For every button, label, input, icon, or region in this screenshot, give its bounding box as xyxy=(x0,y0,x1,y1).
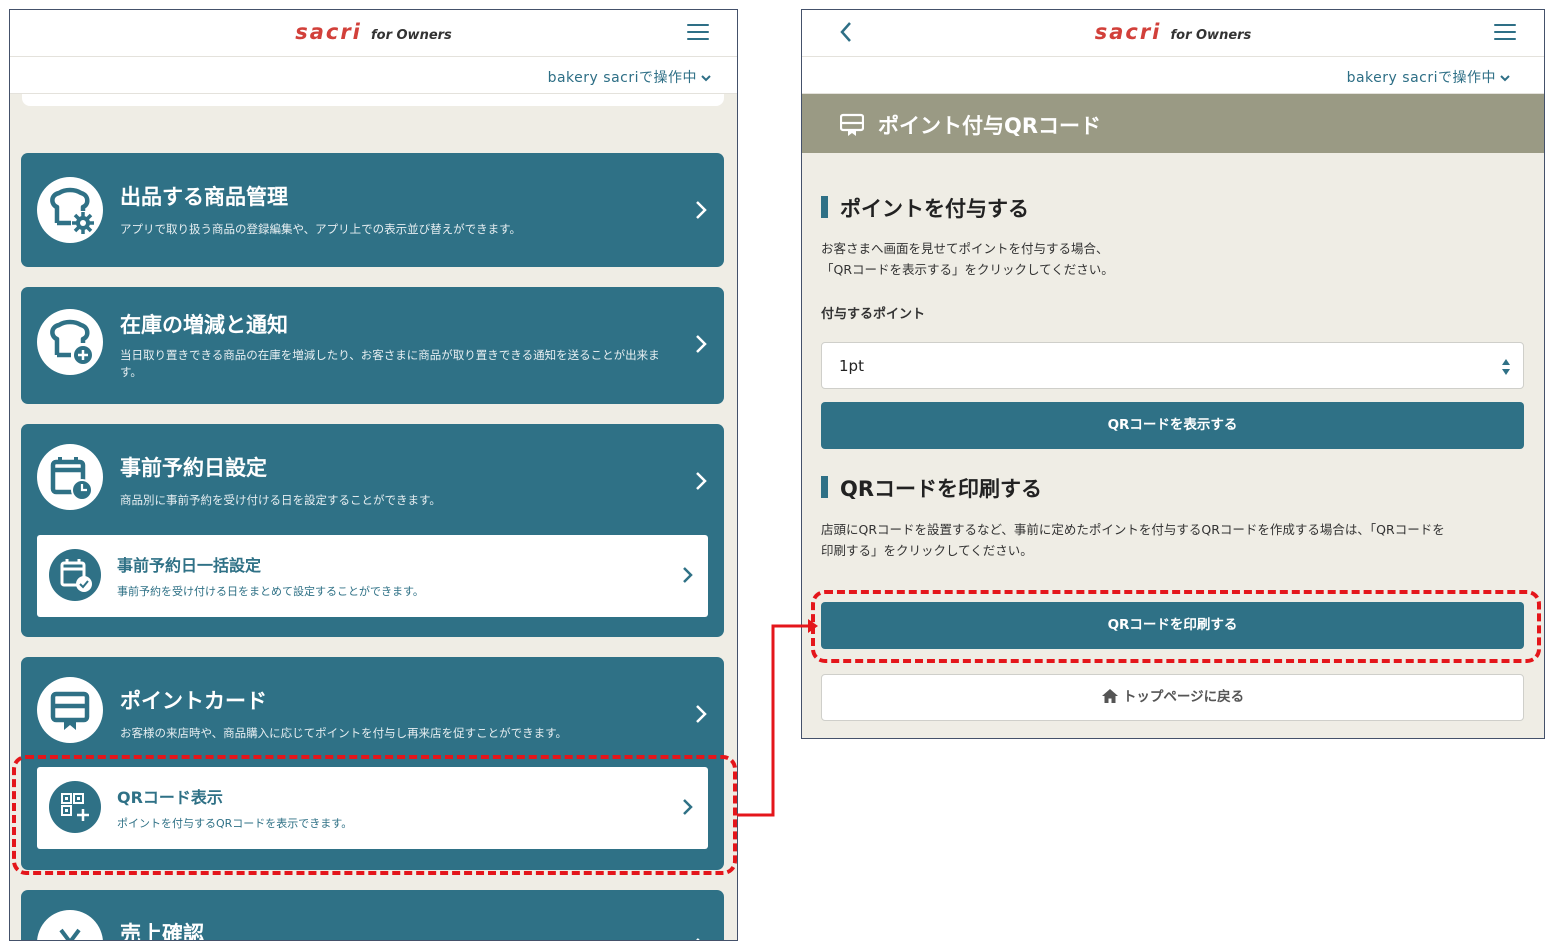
points-field-label: 付与するポイント xyxy=(821,307,926,322)
points-select[interactable]: 1pt xyxy=(821,342,1524,389)
page-header: ポイント付与QRコード xyxy=(802,94,1544,153)
chevron-right-icon xyxy=(696,705,707,723)
hamburger-menu-icon[interactable] xyxy=(687,24,709,40)
point-card-icon xyxy=(37,677,103,743)
store-switcher[interactable]: bakery sacriで操作中 xyxy=(1347,67,1510,87)
logo-sub: for Owners xyxy=(370,28,452,43)
card-title: 事前予約日設定 xyxy=(120,456,267,480)
description-line: 「QRコードを表示する」をクリックしてください。 xyxy=(821,262,1114,277)
chevron-right-icon xyxy=(696,201,707,219)
highlight-print-qr-button xyxy=(811,590,1541,663)
chevron-right-icon xyxy=(696,335,707,353)
page-title: ポイント付与QRコード xyxy=(878,114,1102,138)
card-title: 出品する商品管理 xyxy=(120,185,288,209)
store-switcher-label: bakery sacriで操作中 xyxy=(1346,70,1496,86)
description-line: 店頭にQRコードを設置するなど、事前に定めたポイントを付与するQRコードを作成す… xyxy=(821,522,1445,537)
sub-item-title: 事前予約日一括設定 xyxy=(117,556,262,575)
operating-store-bar: bakery sacriで操作中 xyxy=(802,57,1544,94)
back-to-top-button[interactable]: トップページに戻る xyxy=(821,674,1524,721)
card-description: お客様の来店時や、商品購入に応じてポイントを付与し再来店を促すことができます。 xyxy=(120,726,568,740)
calendar-clock-icon xyxy=(37,444,103,510)
card-title: 在庫の増減と通知 xyxy=(120,313,288,337)
description-line: 印刷する」をクリックしてください。 xyxy=(821,543,1033,558)
card-stock-and-notification[interactable]: 在庫の増減と通知 当日取り置きできる商品の在庫を増減したり、お客さまに商品が取り… xyxy=(21,287,724,404)
points-select-value: 1pt xyxy=(839,357,864,375)
section-title-print-qr: QRコードを印刷する xyxy=(821,473,1042,503)
app-logo[interactable]: sacri for Owners xyxy=(10,20,737,44)
sub-item-description: 事前予約を受け付ける日をまとめて設定することができます。 xyxy=(117,585,424,598)
back-to-top-label: トップページに戻る xyxy=(1122,689,1245,705)
section-title-grant-points: ポイントを付与する xyxy=(821,193,1029,223)
chevron-down-icon xyxy=(1500,75,1510,82)
sub-item-bulk-reservation-settings[interactable]: 事前予約日一括設定 事前予約を受け付ける日をまとめて設定することができます。 xyxy=(37,535,708,617)
point-card-icon xyxy=(840,113,864,136)
card-title: 売上確認 xyxy=(120,922,204,941)
bread-gear-icon xyxy=(37,177,103,243)
section-description: お客さまへ画面を見せてポイントを付与する場合、 「QRコードを表示する」をクリッ… xyxy=(821,238,1531,280)
bread-plus-icon xyxy=(37,309,103,375)
chevron-right-icon xyxy=(683,567,693,583)
card-description: 商品別に事前予約を受け付ける日を設定することができます。 xyxy=(120,493,441,507)
top-bar: sacri for Owners xyxy=(10,10,737,57)
card-sales-check[interactable]: 売上確認 xyxy=(21,890,724,941)
card-product-management[interactable]: 出品する商品管理 アプリで取り扱う商品の登録編集や、アプリ上での表示並び替えがで… xyxy=(21,153,724,267)
chevron-right-icon xyxy=(696,938,700,940)
logo-main: sacri xyxy=(1094,20,1162,44)
card-title: ポイントカード xyxy=(120,689,267,713)
top-bar: sacri for Owners xyxy=(802,10,1544,57)
logo-main: sacri xyxy=(295,20,362,44)
store-switcher[interactable]: bakery sacriで操作中 xyxy=(548,67,711,87)
card-reservation-date-settings[interactable]: 事前予約日設定 商品別に事前予約を受け付ける日を設定することができます。 事前予… xyxy=(21,424,724,637)
logo-sub: for Owners xyxy=(1170,28,1252,43)
show-qr-code-button[interactable]: QRコードを表示する xyxy=(821,402,1524,449)
app-logo[interactable]: sacri for Owners xyxy=(802,20,1544,44)
previous-card-edge xyxy=(22,94,724,106)
highlight-qr-display-item xyxy=(12,755,737,875)
section-description: 店頭にQRコードを設置するなど、事前に定めたポイントを付与するQRコードを作成す… xyxy=(821,519,1531,561)
select-arrows-icon xyxy=(1502,359,1510,375)
home-icon xyxy=(1101,689,1118,703)
chevron-down-icon xyxy=(701,75,711,82)
store-switcher-label: bakery sacriで操作中 xyxy=(547,70,697,86)
chevron-right-icon xyxy=(696,472,707,490)
description-line: お客さまへ画面を見せてポイントを付与する場合、 xyxy=(821,241,1109,256)
hamburger-menu-icon[interactable] xyxy=(1494,24,1516,40)
card-description: アプリで取り扱う商品の登録編集や、アプリ上での表示並び替えができます。 xyxy=(120,222,522,236)
calendar-check-icon xyxy=(49,549,101,601)
card-description: 当日取り置きできる商品の在庫を増減したり、お客さまに商品が取り置きできる通知を送… xyxy=(120,348,660,379)
yen-icon xyxy=(37,910,103,940)
operating-store-bar: bakery sacriで操作中 xyxy=(10,57,737,94)
